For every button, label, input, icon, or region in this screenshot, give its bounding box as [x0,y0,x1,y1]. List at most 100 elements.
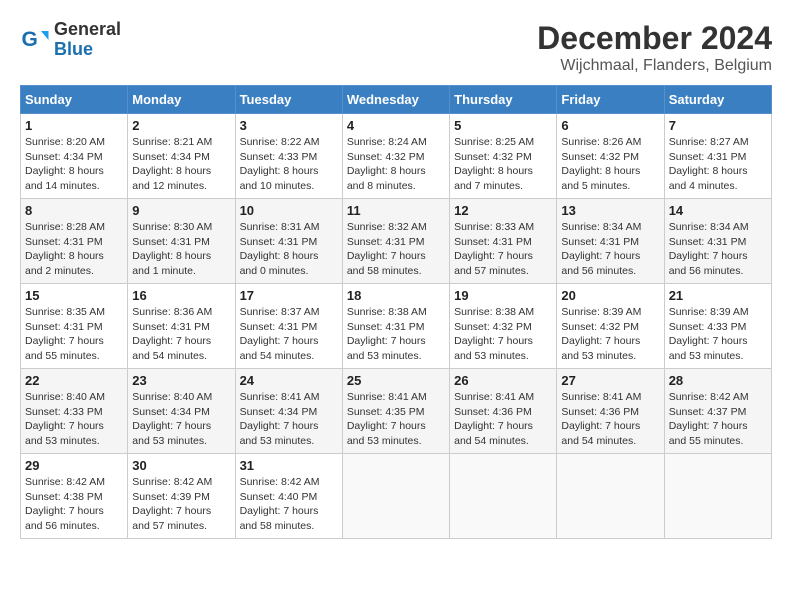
day-info: Sunrise: 8:40 AMSunset: 4:34 PMDaylight:… [132,390,230,449]
day-number: 4 [347,118,445,133]
calendar-day-cell: 14 Sunrise: 8:34 AMSunset: 4:31 PMDayligh… [664,199,771,284]
calendar-table: SundayMondayTuesdayWednesdayThursdayFrid… [20,85,772,539]
calendar-day-cell: 21Sunrise: 8:39 AMSunset: 4:33 PMDayligh… [664,284,771,369]
day-info: Sunrise: 8:33 AMSunset: 4:31 PMDaylight:… [454,220,552,279]
calendar-day-cell: 17 Sunrise: 8:37 AMSunset: 4:31 PMDayligh… [235,284,342,369]
logo: G General Blue [20,20,121,60]
day-number: 5 [454,118,552,133]
calendar-day-cell: 28 Sunrise: 8:42 AMSunset: 4:37 PMDayligh… [664,369,771,454]
day-number: 24 [240,373,338,388]
day-number: 19 [454,288,552,303]
day-info: Sunrise: 8:25 AMSunset: 4:32 PMDaylight:… [454,135,552,194]
calendar-day-cell: 30Sunrise: 8:42 AMSunset: 4:39 PMDayligh… [128,454,235,539]
calendar-day-cell: 16Sunrise: 8:36 AMSunset: 4:31 PMDayligh… [128,284,235,369]
svg-text:G: G [22,28,38,51]
calendar-day-cell: 22Sunrise: 8:40 AMSunset: 4:33 PMDayligh… [21,369,128,454]
weekday-header-cell: Wednesday [342,86,449,114]
calendar-day-cell: 5 Sunrise: 8:25 AMSunset: 4:32 PMDaylight… [450,114,557,199]
calendar-day-cell: 7 Sunrise: 8:27 AMSunset: 4:31 PMDaylight… [664,114,771,199]
day-number: 18 [347,288,445,303]
calendar-body: 1Sunrise: 8:20 AMSunset: 4:34 PMDaylight… [21,114,772,539]
calendar-day-cell: 12 Sunrise: 8:33 AMSunset: 4:31 PMDayligh… [450,199,557,284]
day-info: Sunrise: 8:42 AMSunset: 4:40 PMDaylight:… [240,475,338,534]
calendar-day-cell: 6 Sunrise: 8:26 AMSunset: 4:32 PMDaylight… [557,114,664,199]
calendar-week-row: 1Sunrise: 8:20 AMSunset: 4:34 PMDaylight… [21,114,772,199]
calendar-day-cell: 1Sunrise: 8:20 AMSunset: 4:34 PMDaylight… [21,114,128,199]
weekday-header-cell: Thursday [450,86,557,114]
day-info: Sunrise: 8:40 AMSunset: 4:33 PMDaylight:… [25,390,123,449]
calendar-day-cell: 25Sunrise: 8:41 AMSunset: 4:35 PMDayligh… [342,369,449,454]
calendar-day-cell: 13 Sunrise: 8:34 AMSunset: 4:31 PMDayligh… [557,199,664,284]
day-number: 15 [25,288,123,303]
calendar-day-cell [557,454,664,539]
header-area: G General Blue December 2024 Wijchmaal, … [20,20,772,75]
day-info: Sunrise: 8:41 AMSunset: 4:36 PMDaylight:… [454,390,552,449]
day-number: 6 [561,118,659,133]
logo-general: General [54,20,121,40]
day-number: 1 [25,118,123,133]
day-info: Sunrise: 8:42 AMSunset: 4:37 PMDaylight:… [669,390,767,449]
calendar-day-cell: 9Sunrise: 8:30 AMSunset: 4:31 PMDaylight… [128,199,235,284]
calendar-day-cell [342,454,449,539]
calendar-day-cell: 18 Sunrise: 8:38 AMSunset: 4:31 PMDayligh… [342,284,449,369]
day-number: 12 [454,203,552,218]
day-info: Sunrise: 8:35 AMSunset: 4:31 PMDaylight:… [25,305,123,364]
day-info: Sunrise: 8:34 AMSunset: 4:31 PMDaylight:… [669,220,767,279]
day-number: 8 [25,203,123,218]
calendar-day-cell: 11 Sunrise: 8:32 AMSunset: 4:31 PMDayligh… [342,199,449,284]
day-number: 3 [240,118,338,133]
calendar-week-row: 8 Sunrise: 8:28 AMSunset: 4:31 PMDaylight… [21,199,772,284]
weekday-header-cell: Sunday [21,86,128,114]
day-info: Sunrise: 8:37 AMSunset: 4:31 PMDaylight:… [240,305,338,364]
calendar-day-cell: 4 Sunrise: 8:24 AMSunset: 4:32 PMDaylight… [342,114,449,199]
day-info: Sunrise: 8:32 AMSunset: 4:31 PMDaylight:… [347,220,445,279]
title-area: December 2024 Wijchmaal, Flanders, Belgi… [537,20,772,75]
day-info: Sunrise: 8:34 AMSunset: 4:31 PMDaylight:… [561,220,659,279]
day-number: 11 [347,203,445,218]
day-info: Sunrise: 8:22 AMSunset: 4:33 PMDaylight:… [240,135,338,194]
day-number: 31 [240,458,338,473]
calendar-day-cell: 15 Sunrise: 8:35 AMSunset: 4:31 PMDayligh… [21,284,128,369]
day-info: Sunrise: 8:24 AMSunset: 4:32 PMDaylight:… [347,135,445,194]
day-number: 26 [454,373,552,388]
logo-text: General Blue [54,20,121,60]
day-info: Sunrise: 8:30 AMSunset: 4:31 PMDaylight:… [132,220,230,279]
calendar-day-cell: 3 Sunrise: 8:22 AMSunset: 4:33 PMDaylight… [235,114,342,199]
day-info: Sunrise: 8:41 AMSunset: 4:35 PMDaylight:… [347,390,445,449]
day-number: 7 [669,118,767,133]
day-info: Sunrise: 8:39 AMSunset: 4:33 PMDaylight:… [669,305,767,364]
calendar-week-row: 15 Sunrise: 8:35 AMSunset: 4:31 PMDayligh… [21,284,772,369]
day-info: Sunrise: 8:28 AMSunset: 4:31 PMDaylight:… [25,220,123,279]
day-number: 13 [561,203,659,218]
day-number: 10 [240,203,338,218]
day-info: Sunrise: 8:38 AMSunset: 4:31 PMDaylight:… [347,305,445,364]
day-number: 20 [561,288,659,303]
day-info: Sunrise: 8:27 AMSunset: 4:31 PMDaylight:… [669,135,767,194]
calendar-day-cell: 29Sunrise: 8:42 AMSunset: 4:38 PMDayligh… [21,454,128,539]
day-number: 28 [669,373,767,388]
day-info: Sunrise: 8:26 AMSunset: 4:32 PMDaylight:… [561,135,659,194]
calendar-day-cell [664,454,771,539]
calendar-day-cell [450,454,557,539]
calendar-week-row: 22Sunrise: 8:40 AMSunset: 4:33 PMDayligh… [21,369,772,454]
day-number: 29 [25,458,123,473]
day-number: 16 [132,288,230,303]
logo-icon: G [20,25,50,55]
location-subtitle: Wijchmaal, Flanders, Belgium [537,57,772,75]
day-number: 30 [132,458,230,473]
day-number: 17 [240,288,338,303]
calendar-day-cell: 20 Sunrise: 8:39 AMSunset: 4:32 PMDayligh… [557,284,664,369]
calendar-day-cell: 31 Sunrise: 8:42 AMSunset: 4:40 PMDayligh… [235,454,342,539]
calendar-week-row: 29Sunrise: 8:42 AMSunset: 4:38 PMDayligh… [21,454,772,539]
calendar-day-cell: 19Sunrise: 8:38 AMSunset: 4:32 PMDayligh… [450,284,557,369]
day-info: Sunrise: 8:39 AMSunset: 4:32 PMDaylight:… [561,305,659,364]
weekday-header-cell: Friday [557,86,664,114]
calendar-day-cell: 27Sunrise: 8:41 AMSunset: 4:36 PMDayligh… [557,369,664,454]
day-info: Sunrise: 8:21 AMSunset: 4:34 PMDaylight:… [132,135,230,194]
day-number: 14 [669,203,767,218]
weekday-header-row: SundayMondayTuesdayWednesdayThursdayFrid… [21,86,772,114]
month-title: December 2024 [537,20,772,57]
logo-blue: Blue [54,40,121,60]
calendar-day-cell: 24Sunrise: 8:41 AMSunset: 4:34 PMDayligh… [235,369,342,454]
weekday-header-cell: Tuesday [235,86,342,114]
